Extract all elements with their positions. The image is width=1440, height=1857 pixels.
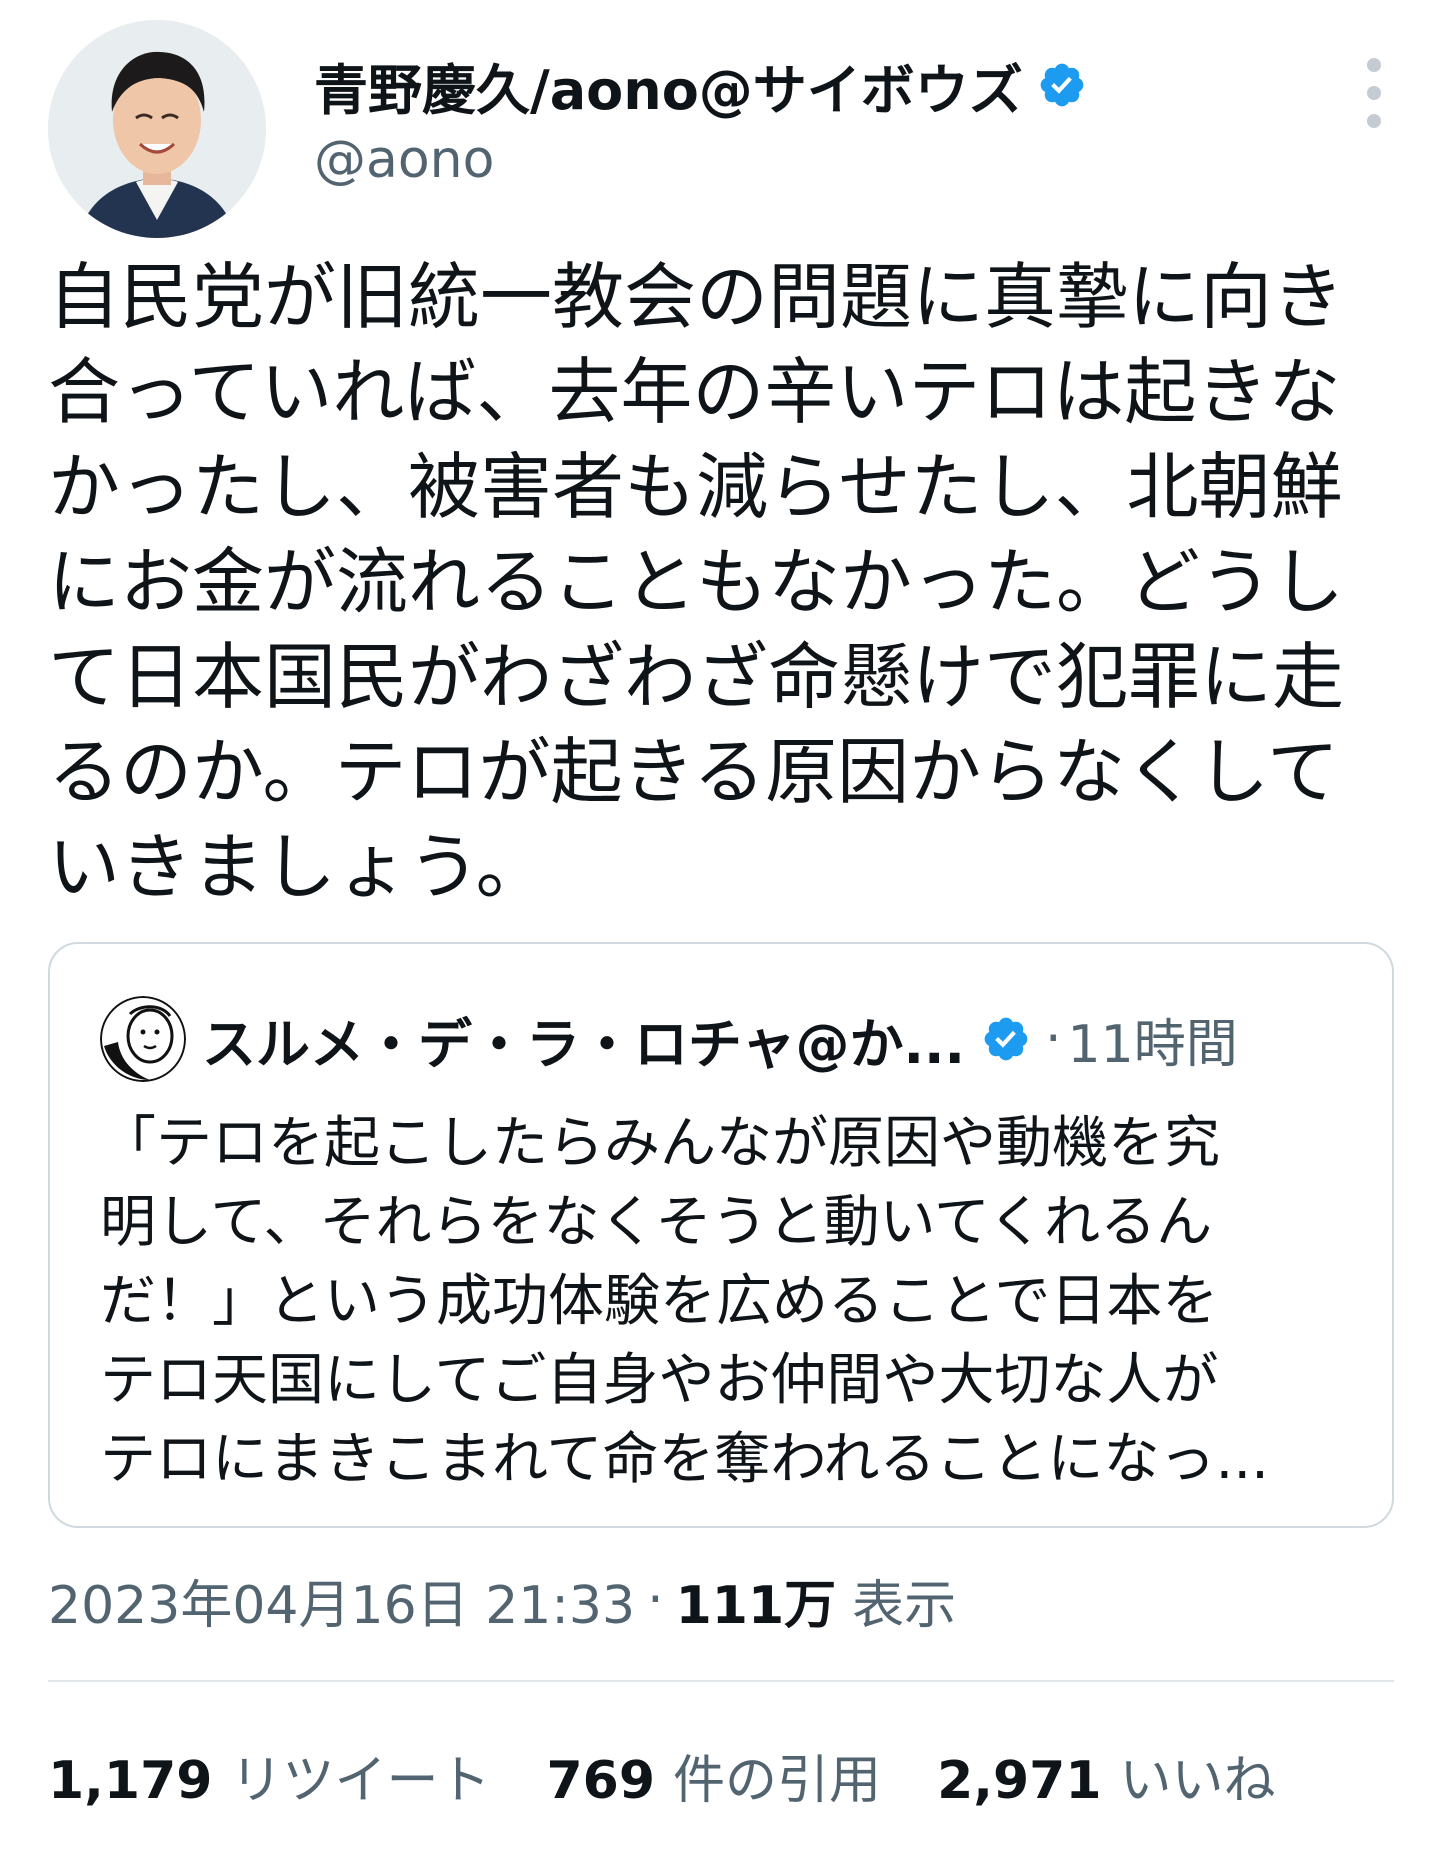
tweet-meta-row: 2023年04月16日 21:33 · 111万 表示 bbox=[48, 1560, 956, 1640]
retweets-label: リツイート bbox=[230, 1750, 491, 1811]
author-avatar[interactable] bbox=[48, 20, 266, 238]
quoted-tweet-header: スルメ・デ・ラ・ロチャ@か... · 11時間 bbox=[100, 994, 1350, 1084]
likes-label: いいね bbox=[1119, 1750, 1276, 1811]
views-count: 111万 bbox=[675, 1575, 837, 1636]
tweet-timestamp[interactable]: 2023年04月16日 21:33 bbox=[48, 1563, 635, 1638]
quoted-tweet-text: 「テロを起こしたらみんなが原因や動機を究 明して、それらをなくそうと動いてくれる… bbox=[100, 1111, 1269, 1492]
quoted-author-name: スルメ・デ・ラ・ロチャ@か... bbox=[202, 1012, 965, 1076]
author-handle[interactable]: @aono bbox=[314, 130, 494, 190]
more-dot bbox=[1367, 86, 1381, 100]
likes-count: 2,971 bbox=[937, 1750, 1102, 1811]
quoted-tweet-time: 11時間 bbox=[1067, 1014, 1238, 1075]
author-avatar-image bbox=[48, 20, 266, 238]
meta-separator: · bbox=[647, 1570, 664, 1630]
more-dot bbox=[1367, 114, 1381, 128]
tweet-text: 自民党が旧統一教会の問題に真摯に向き 合っていれば、去年の辛いテロは起きな かっ… bbox=[48, 255, 1345, 909]
more-dot bbox=[1367, 58, 1381, 72]
quoted-author-avatar bbox=[100, 996, 186, 1082]
quoted-tweet-card[interactable]: スルメ・デ・ラ・ロチャ@か... · 11時間 「テロを起こしたらみんなが原因や… bbox=[48, 942, 1394, 1528]
author-name-row: 青野慶久/aono@サイボウズ bbox=[314, 50, 1087, 122]
tweet-header: 青野慶久/aono@サイボウズ @aono bbox=[48, 20, 1392, 240]
retweets-count: 1,179 bbox=[48, 1750, 213, 1811]
quotes-count: 769 bbox=[546, 1750, 656, 1811]
more-vertical-icon[interactable] bbox=[1354, 58, 1394, 128]
quotes-stat[interactable]: 769 件の引用 bbox=[547, 1738, 882, 1813]
quoted-separator: · bbox=[1045, 1009, 1062, 1069]
likes-stat[interactable]: 2,971 いいね bbox=[937, 1738, 1276, 1813]
views-label: 表示 bbox=[852, 1575, 957, 1636]
author-display-name[interactable]: 青野慶久/aono@サイボウズ bbox=[314, 46, 1023, 125]
retweets-stat[interactable]: 1,179 リツイート bbox=[48, 1738, 491, 1813]
verified-badge-icon bbox=[981, 1014, 1031, 1064]
quotes-label: 件の引用 bbox=[673, 1750, 882, 1811]
verified-badge-icon bbox=[1037, 60, 1087, 110]
engagement-stats: 1,179 リツイート 769 件の引用 2,971 いいね bbox=[48, 1735, 1276, 1815]
divider bbox=[48, 1680, 1394, 1682]
